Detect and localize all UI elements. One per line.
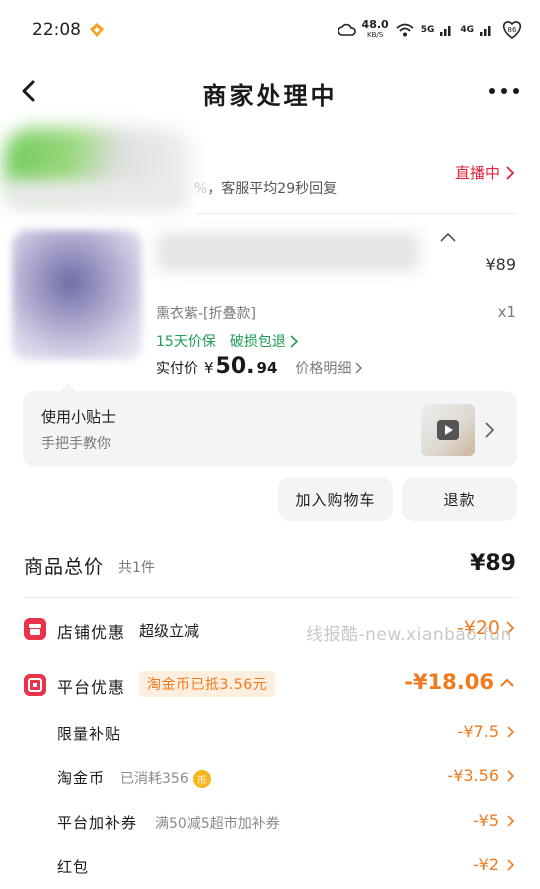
coin-icon: 币 bbox=[192, 770, 211, 788]
signal-bars-icon-2 bbox=[480, 26, 491, 36]
paid-label: 实付价 bbox=[156, 361, 198, 377]
paid-currency: ¥ bbox=[204, 359, 214, 377]
platform-discount-icon bbox=[24, 674, 46, 696]
cloud-icon bbox=[337, 23, 356, 36]
chevron-right-icon bbox=[290, 334, 298, 348]
platform-discount-amount: -¥18.06 bbox=[404, 670, 494, 694]
live-label: 直播中 bbox=[454, 164, 500, 182]
net-speed: 48.0 KB/S bbox=[361, 18, 389, 39]
product-image[interactable] bbox=[12, 230, 142, 360]
shop-discount-icon bbox=[24, 618, 46, 640]
chevron-right-icon bbox=[355, 362, 363, 374]
page-title: 商家处理中 bbox=[202, 82, 338, 110]
paid-price: 实付价 ¥ 50. 94 价格明细 bbox=[156, 354, 363, 379]
signal-4g: 4G bbox=[460, 25, 474, 35]
product-quantity: x1 bbox=[497, 303, 516, 321]
divider bbox=[196, 213, 516, 214]
chevron-right-icon bbox=[485, 422, 495, 438]
chevron-up-icon bbox=[500, 678, 514, 687]
total-price: ¥89 bbox=[470, 551, 516, 576]
guarantee-damage-refund: 破损包退 bbox=[229, 334, 286, 350]
chevron-right-icon bbox=[506, 165, 514, 180]
total-label: 商品总价 bbox=[24, 556, 105, 578]
product-title-blurred[interactable] bbox=[156, 232, 420, 272]
platform-coupon-amount: -¥5 bbox=[472, 811, 499, 830]
limited-subsidy-label: 限量补贴 bbox=[57, 725, 122, 743]
limited-subsidy-amount: -¥7.5 bbox=[457, 722, 499, 741]
status-icons: 48.0 KB/S 5G 4G 86 bbox=[337, 17, 524, 43]
shop-service-stat: %，客服平均29秒回复 bbox=[194, 181, 338, 197]
watermark: 线报酷-new.xianbao.fun bbox=[306, 625, 512, 645]
add-to-cart-button[interactable]: 加入购物车 bbox=[278, 477, 393, 521]
live-link[interactable]: 直播中 bbox=[455, 162, 514, 183]
paid-decimal: 94 bbox=[256, 359, 278, 377]
limited-subsidy-amount-link[interactable]: -¥7.5 bbox=[458, 722, 514, 741]
coin-deduction-badge: 淘金币已抵3.56元 bbox=[139, 671, 276, 697]
coin-label: 淘金币 bbox=[57, 769, 106, 787]
status-time: 22:08 bbox=[32, 20, 81, 40]
shop-discount-label: 店铺优惠 bbox=[57, 623, 126, 642]
chevron-right-icon bbox=[507, 814, 514, 827]
coin-amount-link[interactable]: -¥3.56 bbox=[447, 766, 514, 785]
coin-amount: -¥3.56 bbox=[447, 766, 499, 785]
red-packet-amount: -¥2 bbox=[472, 855, 499, 874]
paid-integer: 50. bbox=[215, 354, 255, 379]
tips-title: 使用小贴士 bbox=[41, 408, 117, 426]
guarantee-price-protect: 15天价保 bbox=[156, 334, 216, 350]
chevron-right-icon bbox=[507, 858, 514, 871]
chevron-right-icon bbox=[507, 725, 514, 738]
battery-heart-icon: 86 bbox=[502, 21, 522, 39]
platform-coupon-label: 平台加补券 bbox=[57, 814, 138, 832]
red-packet-amount-link[interactable]: -¥2 bbox=[473, 855, 514, 874]
app-notification-icon bbox=[90, 23, 104, 37]
platform-coupon-amount-link[interactable]: -¥5 bbox=[473, 811, 514, 830]
divider bbox=[24, 597, 517, 598]
platform-discount-label: 平台优惠 bbox=[57, 678, 126, 697]
red-packet-label: 红包 bbox=[57, 858, 90, 876]
signal-bars-icon bbox=[440, 26, 451, 36]
guarantee-link[interactable]: 15天价保 破损包退 bbox=[156, 331, 298, 351]
product-price: ¥89 bbox=[485, 255, 516, 274]
play-icon bbox=[437, 420, 459, 440]
product-variant: 熏衣紫-[折叠款] bbox=[156, 306, 256, 322]
chevron-right-icon bbox=[507, 769, 514, 782]
tips-subtitle: 手把手教你 bbox=[41, 436, 111, 452]
wifi-icon bbox=[396, 23, 414, 37]
shop-discount-subtitle: 超级立减 bbox=[139, 622, 200, 640]
total-count: 共1件 bbox=[118, 560, 155, 576]
shop-info-blurred bbox=[6, 180, 186, 210]
coin-note: 已消耗356 币 bbox=[120, 768, 211, 788]
chevron-up-icon[interactable] bbox=[440, 232, 456, 242]
svg-text:86: 86 bbox=[508, 26, 517, 34]
more-options-icon[interactable] bbox=[488, 83, 520, 99]
price-detail-link[interactable]: 价格明细 bbox=[295, 358, 363, 378]
platform-coupon-note: 满50减5超市加补券 bbox=[155, 816, 280, 832]
signal-5g: 5G bbox=[420, 25, 435, 35]
refund-button[interactable]: 退款 bbox=[402, 477, 517, 521]
platform-discount-toggle[interactable]: -¥18.06 bbox=[404, 670, 514, 694]
